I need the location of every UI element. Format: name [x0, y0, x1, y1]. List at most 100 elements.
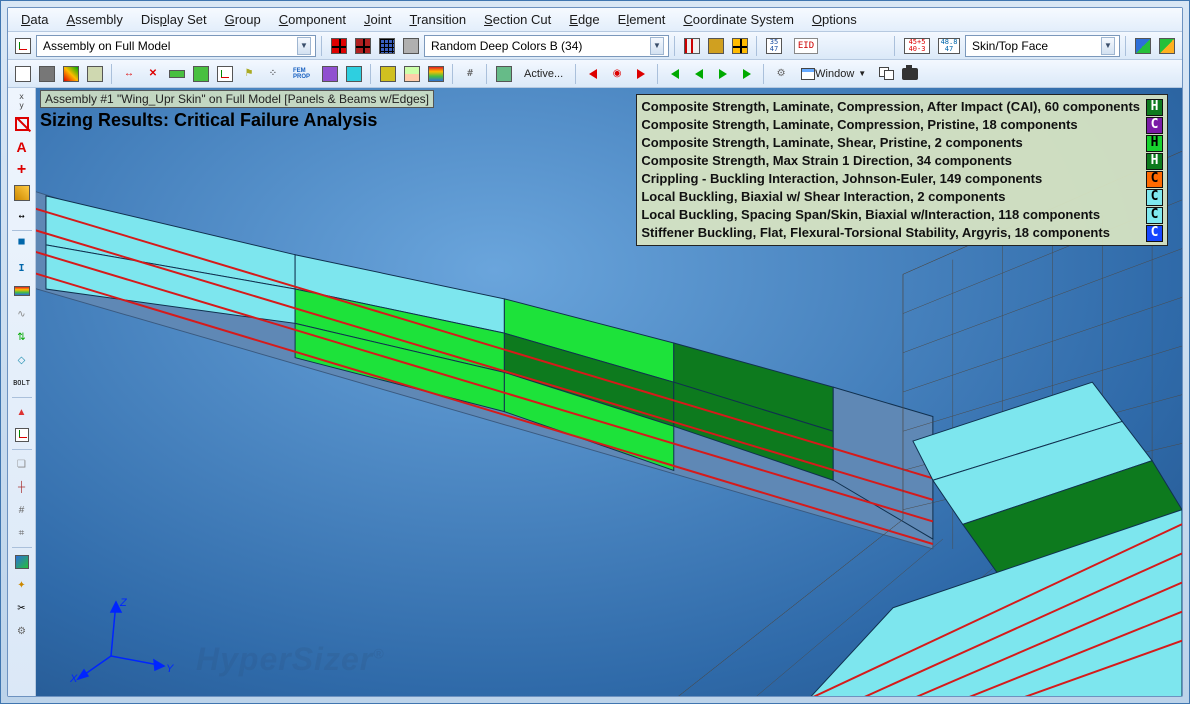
orient-1-button[interactable] — [319, 63, 341, 85]
menu-element[interactable]: Element — [611, 10, 673, 29]
face-style-1-button[interactable] — [1132, 35, 1154, 57]
grid-hash-2-button[interactable]: ⌗ — [11, 522, 33, 544]
camera-button[interactable] — [899, 63, 921, 85]
elements-button[interactable] — [84, 63, 106, 85]
chevron-down-icon[interactable]: ▼ — [1101, 37, 1115, 55]
plane-xy-button[interactable] — [166, 63, 188, 85]
legend-row: Crippling - Buckling Interaction, Johnso… — [641, 170, 1163, 188]
menu-transition[interactable]: Transition — [402, 10, 473, 29]
view-mode-3-button[interactable] — [729, 35, 751, 57]
menu-coordinate-system[interactable]: Coordinate System — [676, 10, 801, 29]
menu-options[interactable]: Options — [805, 10, 864, 29]
pyramid-red-button[interactable]: ▲ — [11, 401, 33, 423]
menu-edge[interactable]: Edge — [562, 10, 606, 29]
cursor-xyz-button[interactable]: xy — [11, 90, 33, 112]
axes-button[interactable] — [214, 63, 236, 85]
menu-joint[interactable]: Joint — [357, 10, 398, 29]
next-red-button[interactable] — [630, 63, 652, 85]
face-combo[interactable]: Skin/Top Face ▼ — [965, 35, 1120, 57]
legend-row: Local Buckling, Spacing Span/Skin, Biaxi… — [641, 206, 1163, 224]
numbers-3-button[interactable]: 48.8 47 — [935, 35, 963, 57]
palette-1-button[interactable] — [328, 35, 350, 57]
view-mode-1-button[interactable] — [681, 35, 703, 57]
legend-text: Composite Strength, Laminate, Shear, Pri… — [641, 134, 1022, 152]
settings-icon[interactable]: ⚙ — [770, 63, 792, 85]
chevron-down-icon[interactable]: ▼ — [650, 37, 664, 55]
tri-view-button[interactable] — [401, 63, 423, 85]
legend-row: Composite Strength, Laminate, Shear, Pri… — [641, 134, 1163, 152]
menu-section-cut[interactable]: Section Cut — [477, 10, 558, 29]
copy-view-button[interactable] — [875, 63, 897, 85]
doc-stack-button[interactable]: ❏ — [11, 453, 33, 475]
view-mode-2-button[interactable] — [705, 35, 727, 57]
chevron-down-icon[interactable]: ▼ — [297, 37, 311, 55]
color-gradient-button[interactable] — [11, 280, 33, 302]
first-green-button[interactable] — [664, 63, 686, 85]
grid-cross-button[interactable]: ┼ — [11, 476, 33, 498]
beam-shape-button[interactable]: ▀ — [11, 234, 33, 256]
no-entry-button[interactable] — [11, 113, 33, 135]
active-button[interactable]: Active... — [517, 63, 570, 85]
last-green-button[interactable] — [736, 63, 758, 85]
legend-swatch: C — [1146, 207, 1163, 224]
menu-assembly[interactable]: Assembly — [59, 10, 129, 29]
legend-swatch: H — [1146, 135, 1163, 152]
assembly-combo[interactable]: Assembly on Full Model ▼ — [36, 35, 316, 57]
orient-2-button[interactable] — [343, 63, 365, 85]
iso-button[interactable] — [425, 63, 447, 85]
cube-colored-button[interactable] — [11, 551, 33, 573]
palette-2-button[interactable] — [352, 35, 374, 57]
legend-swatch: C — [1146, 225, 1163, 242]
face-style-2-button[interactable] — [1156, 35, 1178, 57]
prev-red-button[interactable] — [582, 63, 604, 85]
color-scheme-combo[interactable]: Random Deep Colors B (34) ▼ — [424, 35, 669, 57]
vec-cross-button[interactable]: ✕ — [142, 63, 164, 85]
window-menu-button[interactable]: Window ▼ — [794, 63, 873, 85]
hash-button[interactable]: # — [459, 63, 481, 85]
menu-group[interactable]: Group — [218, 10, 268, 29]
warp-mesh-button[interactable] — [11, 182, 33, 204]
numbers-2-button[interactable]: 45+5 40-3 — [901, 35, 933, 57]
cube-outline-button[interactable]: ◇ — [11, 349, 33, 371]
v-arrows-button[interactable]: ⇅ — [11, 326, 33, 348]
gear-outline-button[interactable]: ⚙ — [11, 620, 33, 642]
menubar: DataAssembly Display SetGroupComponentJoi… — [8, 8, 1182, 32]
legend-row: Local Buckling, Biaxial w/ Shear Interac… — [641, 188, 1163, 206]
legend-swatch: H — [1146, 153, 1163, 170]
plane-xz-button[interactable] — [190, 63, 212, 85]
path-sketch-button[interactable]: ∿ — [11, 303, 33, 325]
viewport-3d[interactable]: Assembly #1 "Wing_Upr Skin" on Full Mode… — [36, 88, 1182, 696]
palette-3-button[interactable] — [376, 35, 398, 57]
vec-x-button[interactable]: ↔ — [118, 63, 140, 85]
palette-4-button[interactable] — [400, 35, 422, 57]
menu-display-set[interactable]: Display Set — [134, 10, 214, 29]
eid-button[interactable]: EID — [787, 35, 825, 57]
toolbar-row-2: ↔ ✕ ⚑ ⁘ FEMPROP # Active... ◉ ⚙ — [8, 60, 1182, 88]
legend-text: Composite Strength, Laminate, Compressio… — [641, 98, 1140, 116]
i-beam-button[interactable]: I — [11, 257, 33, 279]
config-icon[interactable] — [12, 35, 34, 57]
menu-data[interactable]: Data — [14, 10, 55, 29]
palette-button[interactable] — [60, 63, 82, 85]
numbers-1-button[interactable]: 3547 — [763, 35, 785, 57]
dimension-h-button[interactable]: ↔ — [11, 205, 33, 227]
stop-red-button[interactable]: ◉ — [606, 63, 628, 85]
shade-toggle-button[interactable] — [36, 63, 58, 85]
next-green-button[interactable] — [712, 63, 734, 85]
fem-prop-button[interactable]: FEMPROP — [286, 63, 317, 85]
red-plus-button[interactable]: + — [11, 159, 33, 181]
quad-view-button[interactable] — [377, 63, 399, 85]
grid-dots-button[interactable]: ⁘ — [262, 63, 284, 85]
expand-button[interactable] — [493, 63, 515, 85]
magic-wand-button[interactable]: ✦ — [11, 574, 33, 596]
axes-tiny-button[interactable] — [11, 424, 33, 446]
scissors-button[interactable]: ✂ — [11, 597, 33, 619]
letter-a-button[interactable]: A — [11, 136, 33, 158]
filter-button[interactable]: ⚑ — [238, 63, 260, 85]
grid-hash-button[interactable]: # — [11, 499, 33, 521]
menu-component[interactable]: Component — [272, 10, 353, 29]
new-file-button[interactable] — [12, 63, 34, 85]
bolt-label-button[interactable]: BOLT — [11, 372, 33, 394]
legend-swatch: C — [1146, 117, 1163, 134]
prev-green-button[interactable] — [688, 63, 710, 85]
